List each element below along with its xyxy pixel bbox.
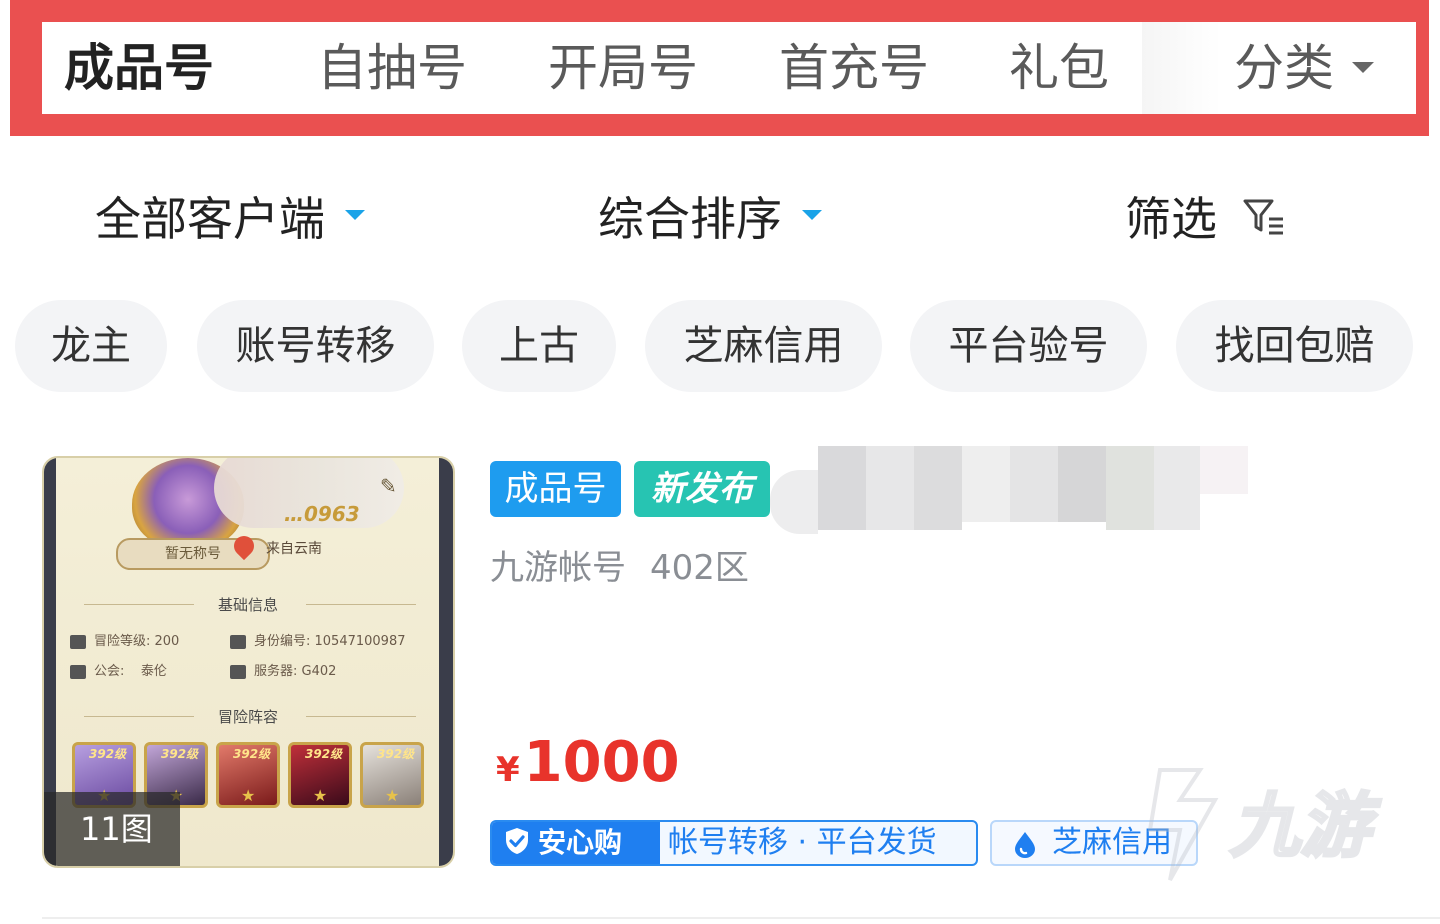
- safe-buy-label: 安心购: [492, 822, 660, 864]
- censored-title: [1200, 446, 1248, 494]
- crown-icon: [70, 634, 86, 649]
- section-lineup: 冒险阵容: [218, 708, 279, 726]
- tab-gift-pack[interactable]: 礼包: [1009, 22, 1109, 114]
- hero-level: 392级: [305, 747, 343, 761]
- filter-funnel-icon: [1243, 199, 1283, 234]
- tab-category-label: 分类: [1234, 39, 1334, 97]
- shield-check-icon: [506, 828, 528, 854]
- currency-symbol: ¥: [496, 750, 520, 790]
- listing-thumbnail[interactable]: 暂无称号 …0963 ✎ 来自云南 基础信息 冒险等级: 200 身份编号: 1…: [42, 456, 455, 868]
- caret-down-icon: [345, 209, 365, 220]
- hero-portrait: 392级 ★: [288, 742, 352, 808]
- sort-label: 综合排序: [598, 192, 782, 246]
- caret-down-icon: [802, 209, 822, 220]
- tabs-highlight-frame: 成品号 自抽号 开局号 首充号 礼包 分类: [10, 0, 1429, 136]
- watermark-text: 九游: [1230, 785, 1382, 867]
- chip-ancient[interactable]: 上古: [462, 300, 616, 392]
- adventure-level: 冒险等级: 200: [70, 630, 179, 649]
- player-location: 来自云南: [266, 541, 322, 557]
- censored-title: [962, 446, 1010, 522]
- list-divider: [42, 917, 1440, 919]
- guarantee-details: 帐号转移 · 平台发货: [668, 825, 937, 860]
- censored-title: [1106, 446, 1154, 530]
- identity-number: 身份编号: 10547100987: [230, 630, 406, 649]
- hero-level: 392级: [89, 747, 127, 761]
- server-text: 服务器: G402: [254, 664, 337, 679]
- tab-self-draw[interactable]: 自抽号: [317, 22, 467, 114]
- chip-dragon-lord[interactable]: 龙主: [15, 300, 167, 392]
- sesame-credit-icon: [1015, 832, 1035, 858]
- censored-title: [1010, 446, 1058, 522]
- star-icon: ★: [385, 786, 400, 805]
- client-filter-label: 全部客户端: [95, 192, 325, 246]
- divider: [84, 604, 194, 605]
- guild-name: 泰伦: [140, 664, 167, 679]
- edit-pencil-icon: ✎: [380, 474, 397, 498]
- image-count-badge: 11图: [44, 792, 180, 866]
- screen-filter-button[interactable]: 筛选: [1125, 184, 1286, 254]
- server-info: 服务器: G402: [230, 660, 336, 679]
- hero-level: 392级: [233, 747, 271, 761]
- guild-label: 公会:: [94, 664, 125, 679]
- hero-level: 392级: [377, 747, 415, 761]
- section-basic-info: 基础信息: [218, 596, 279, 614]
- censored-title: [1154, 446, 1200, 530]
- star-icon: ★: [313, 786, 328, 805]
- tab-first-recharge[interactable]: 首充号: [779, 22, 929, 114]
- tab-scroll-fade: [1142, 22, 1222, 114]
- censored-title: [770, 470, 818, 534]
- hero-portrait: 392级 ★: [360, 742, 424, 808]
- tab-finished-account[interactable]: 成品号: [64, 22, 214, 114]
- censored-title: [914, 446, 962, 530]
- divider: [306, 604, 416, 605]
- divider: [306, 716, 416, 717]
- tab-category-dropdown[interactable]: 分类: [1234, 22, 1374, 114]
- hero-level: 392级: [161, 747, 199, 761]
- jiuyou-watermark-logo: 九游: [1147, 768, 1384, 881]
- listing-meta: 九游帐号 402区: [490, 540, 749, 596]
- id-card-icon: [230, 634, 246, 649]
- house-icon: [230, 664, 246, 679]
- censored-title: [818, 446, 866, 530]
- safe-buy-text: 安心购: [538, 826, 623, 859]
- identity-number-text: 身份编号: 10547100987: [254, 634, 406, 649]
- divider: [84, 716, 194, 717]
- censored-title: [866, 446, 914, 530]
- hero-portrait: 392级 ★: [216, 742, 280, 808]
- chip-account-transfer[interactable]: 账号转移: [197, 300, 434, 392]
- client-filter-dropdown[interactable]: 全部客户端: [95, 184, 365, 254]
- listing-price: ¥1000: [496, 730, 680, 795]
- censored-title: [1058, 446, 1106, 522]
- chevron-down-icon: [1352, 62, 1374, 73]
- star-icon: ★: [241, 786, 256, 805]
- sort-dropdown[interactable]: 综合排序: [598, 184, 822, 254]
- listing-source: 九游帐号: [490, 548, 626, 588]
- guild: 公会: 泰伦: [70, 660, 167, 679]
- thumb-edge: [439, 458, 453, 866]
- tag-newly-published: 新发布: [634, 461, 770, 517]
- safe-buy-badge: 安心购 帐号转移 · 平台发货: [490, 820, 978, 866]
- chip-recovery-compensation[interactable]: 找回包赔: [1176, 300, 1413, 392]
- category-tab-bar: 成品号 自抽号 开局号 首充号 礼包 分类: [42, 22, 1416, 114]
- listing-server: 402区: [650, 548, 749, 588]
- chip-sesame-credit[interactable]: 芝麻信用: [645, 300, 882, 392]
- chip-platform-verify[interactable]: 平台验号: [910, 300, 1147, 392]
- guild-shield-icon: [70, 664, 86, 679]
- price-amount: 1000: [523, 730, 680, 795]
- tag-finished-account: 成品号: [490, 461, 621, 517]
- player-id: …0963: [284, 502, 360, 526]
- screen-filter-label: 筛选: [1125, 192, 1217, 246]
- adventure-level-text: 冒险等级: 200: [94, 634, 180, 649]
- tab-starter-account[interactable]: 开局号: [548, 22, 698, 114]
